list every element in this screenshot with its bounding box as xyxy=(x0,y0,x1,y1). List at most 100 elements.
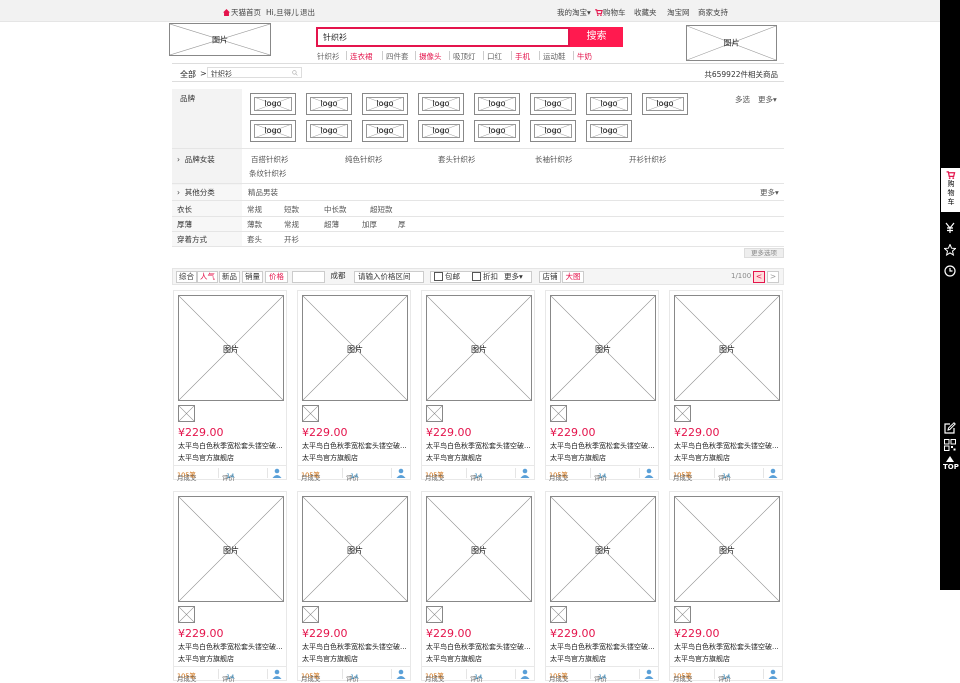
product-shop[interactable]: 太平鸟官方旗舰店 xyxy=(302,654,358,664)
hotword-5[interactable]: 口红 xyxy=(487,51,502,62)
product-card[interactable]: 图片 ¥229.00 太平鸟白色秋季宽松套头镂空破... 太平鸟官方旗舰店 月成交 105… xyxy=(545,290,659,482)
category-option[interactable]: 条纹针织衫 xyxy=(249,168,287,179)
product-image[interactable]: 图片 xyxy=(550,295,656,401)
next-page-button[interactable]: > xyxy=(767,271,779,283)
product-image[interactable]: 图片 xyxy=(426,295,532,401)
other-category-more[interactable]: 更多▾ xyxy=(760,187,779,198)
product-thumbnail[interactable] xyxy=(550,405,567,422)
product-title[interactable]: 太平鸟白色秋季宽松套头镂空破... xyxy=(178,642,286,652)
product-thumbnail[interactable] xyxy=(426,405,443,422)
product-thumbnail[interactable] xyxy=(178,606,195,623)
attribute-option[interactable]: 加厚 xyxy=(362,219,377,230)
product-image[interactable]: 图片 xyxy=(178,295,284,401)
sidebar-cart-button[interactable]: 购物车 xyxy=(940,168,960,212)
attribute-option[interactable]: 超薄 xyxy=(324,219,339,230)
hotword-2[interactable]: 四件套 xyxy=(386,51,409,62)
product-card[interactable]: 图片 ¥229.00 太平鸟白色秋季宽松套头镂空破... 太平鸟官方旗舰店 月成交 105… xyxy=(173,491,287,683)
contact-seller-icon[interactable] xyxy=(768,468,778,478)
sort-popular[interactable]: 人气 xyxy=(197,271,218,283)
attribute-option[interactable]: 厚 xyxy=(398,219,406,230)
attribute-option[interactable]: 短款 xyxy=(284,204,299,215)
more-options-button[interactable]: 更多选项 xyxy=(744,248,784,258)
product-thumbnail[interactable] xyxy=(550,606,567,623)
back-to-top-button[interactable]: TOP xyxy=(943,463,959,471)
product-title[interactable]: 太平鸟白色秋季宽松套头镂空破... xyxy=(674,642,782,652)
category-option[interactable]: 长袖针织衫 xyxy=(535,154,573,165)
brand-logo[interactable]: logo xyxy=(362,120,408,142)
location-label[interactable]: 成都 xyxy=(325,271,351,283)
brand-logo[interactable]: logo xyxy=(250,120,296,142)
product-card[interactable]: 图片 ¥229.00 太平鸟白色秋季宽松套头镂空破... 太平鸟官方旗舰店 月成交 105… xyxy=(421,290,535,482)
attribute-option[interactable]: 开衫 xyxy=(284,234,299,245)
attribute-option[interactable]: 超短款 xyxy=(370,204,393,215)
brand-logo[interactable]: logo xyxy=(362,93,408,115)
product-image[interactable]: 图片 xyxy=(426,496,532,602)
hotword-4[interactable]: 吸顶灯 xyxy=(453,51,476,62)
product-card[interactable]: 图片 ¥229.00 太平鸟白色秋季宽松套头镂空破... 太平鸟官方旗舰店 月成交 105… xyxy=(669,491,783,683)
logo-placeholder[interactable]: 图片 xyxy=(169,23,271,56)
brand-logo[interactable]: logo xyxy=(586,93,632,115)
product-shop[interactable]: 太平鸟官方旗舰店 xyxy=(550,453,606,463)
other-category-option[interactable]: 精品男装 xyxy=(248,187,278,198)
brand-logo[interactable]: logo xyxy=(474,120,520,142)
brand-logo[interactable]: logo xyxy=(530,93,576,115)
product-image[interactable]: 图片 xyxy=(674,496,780,602)
sort-new[interactable]: 新品 xyxy=(219,271,240,283)
hotword-6[interactable]: 手机 xyxy=(515,51,530,62)
coupon-icon[interactable] xyxy=(944,221,956,233)
product-shop[interactable]: 太平鸟官方旗舰店 xyxy=(674,453,730,463)
brand-logo[interactable]: logo xyxy=(418,93,464,115)
my-taobao-link[interactable]: 我的淘宝▾ xyxy=(557,7,591,18)
view-shop[interactable]: 店铺 xyxy=(539,271,561,283)
contact-seller-icon[interactable] xyxy=(272,669,282,679)
attribute-option[interactable]: 常规 xyxy=(247,204,262,215)
feedback-icon[interactable] xyxy=(944,422,956,434)
price-range-input[interactable]: 请输入价格区间 xyxy=(354,271,424,283)
brand-logo[interactable]: logo xyxy=(642,93,688,115)
brand-logo[interactable]: logo xyxy=(474,93,520,115)
product-title[interactable]: 太平鸟白色秋季宽松套头镂空破... xyxy=(550,642,658,652)
product-title[interactable]: 太平鸟白色秋季宽松套头镂空破... xyxy=(178,441,286,451)
merchant-support-link[interactable]: 商家支持 xyxy=(698,7,728,18)
favorites-link[interactable]: 收藏夹 xyxy=(634,7,657,18)
brand-logo[interactable]: logo xyxy=(418,120,464,142)
star-icon[interactable] xyxy=(944,244,956,256)
product-title[interactable]: 太平鸟白色秋季宽松套头镂空破... xyxy=(426,441,534,451)
attribute-option[interactable]: 套头 xyxy=(247,234,262,245)
product-image[interactable]: 图片 xyxy=(550,496,656,602)
product-thumbnail[interactable] xyxy=(302,606,319,623)
product-thumbnail[interactable] xyxy=(674,606,691,623)
product-shop[interactable]: 太平鸟官方旗舰店 xyxy=(178,453,234,463)
contact-seller-icon[interactable] xyxy=(396,669,406,679)
sort-comprehensive[interactable]: 综合 xyxy=(176,271,197,283)
hotword-7[interactable]: 运动鞋 xyxy=(543,51,566,62)
brand-logo[interactable]: logo xyxy=(586,120,632,142)
product-card[interactable]: 图片 ¥229.00 太平鸟白色秋季宽松套头镂空破... 太平鸟官方旗舰店 月成交 105… xyxy=(297,290,411,482)
product-card[interactable]: 图片 ¥229.00 太平鸟白色秋季宽松套头镂空破... 太平鸟官方旗舰店 月成交 105… xyxy=(545,491,659,683)
attribute-option[interactable]: 常规 xyxy=(284,219,299,230)
brand-logo[interactable]: logo xyxy=(306,93,352,115)
prev-page-button[interactable]: < xyxy=(753,271,765,283)
category-option[interactable]: 纯色针织衫 xyxy=(345,154,383,165)
cart-link[interactable]: 购物车 xyxy=(595,7,626,18)
category-option[interactable]: 百搭针织衫 xyxy=(251,154,289,165)
product-thumbnail[interactable] xyxy=(674,405,691,422)
brand-logo[interactable]: logo xyxy=(250,93,296,115)
sort-sales[interactable]: 销量 xyxy=(242,271,263,283)
attribute-option[interactable]: 中长款 xyxy=(324,204,347,215)
filter-more-button[interactable]: 更多▾ xyxy=(504,272,523,282)
discount-checkbox[interactable] xyxy=(472,272,481,281)
home-link[interactable]: 天猫首页 xyxy=(223,7,261,18)
product-card[interactable]: 图片 ¥229.00 太平鸟白色秋季宽松套头镂空破... 太平鸟官方旗舰店 月成交 105… xyxy=(297,491,411,683)
product-card[interactable]: 图片 ¥229.00 太平鸟白色秋季宽松套头镂空破... 太平鸟官方旗舰店 月成交 105… xyxy=(173,290,287,482)
product-image[interactable]: 图片 xyxy=(302,496,408,602)
contact-seller-icon[interactable] xyxy=(644,669,654,679)
product-image[interactable]: 图片 xyxy=(302,295,408,401)
search-input[interactable]: 针织衫 xyxy=(316,27,570,47)
product-shop[interactable]: 太平鸟官方旗舰店 xyxy=(302,453,358,463)
package-checkbox[interactable] xyxy=(434,272,443,281)
product-image[interactable]: 图片 xyxy=(674,295,780,401)
taobao-link[interactable]: 淘宝网 xyxy=(667,7,690,18)
product-title[interactable]: 太平鸟白色秋季宽松套头镂空破... xyxy=(550,441,658,451)
price-min-input[interactable] xyxy=(292,271,325,283)
